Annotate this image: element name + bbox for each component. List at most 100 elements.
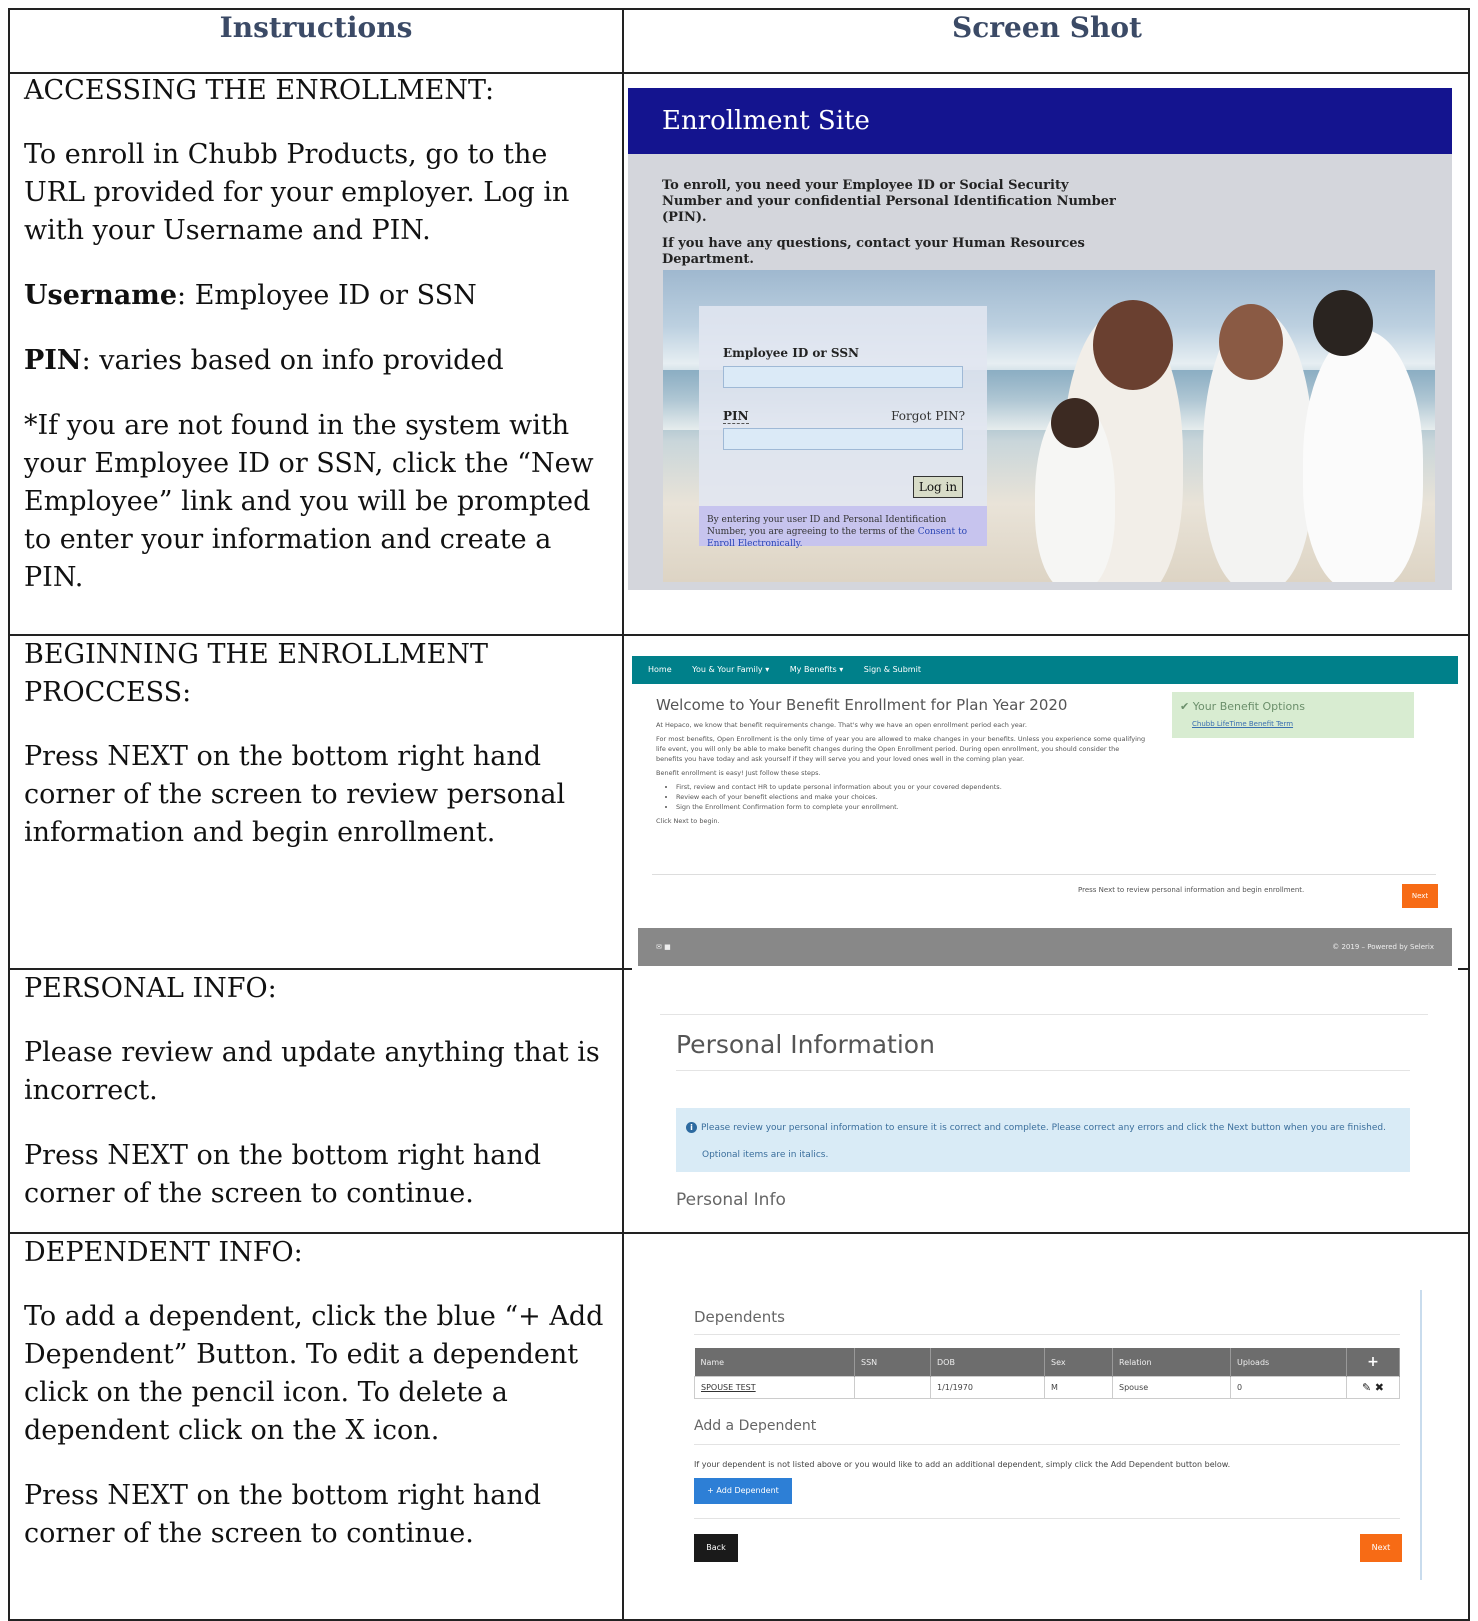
pin-line: PIN: varies based on info provided — [24, 342, 614, 380]
table-row: SPOUSE TEST 1/1/1970 M Spouse 0 ✎ ✖ — [694, 1376, 1400, 1399]
pin-label: PIN — [723, 409, 749, 424]
intro-text: To enroll, you need your Employee ID or … — [662, 178, 1116, 225]
column-header: Name — [694, 1348, 855, 1377]
section-heading: DEPENDENT INFO: — [24, 1237, 303, 1268]
nav-benefits[interactable]: My Benefits ▾ — [790, 665, 843, 674]
instructions-header: Instructions — [219, 11, 413, 44]
username-value: : Employee ID or SSN — [177, 280, 477, 311]
divider — [660, 1014, 1428, 1015]
welcome-paragraph: Benefit enrollment is easy! Just follow … — [656, 769, 821, 777]
add-dependent-button[interactable]: + Add Dependent — [694, 1478, 792, 1504]
dependents-screenshot: Dependents Name SSN DOB Sex Relation Upl… — [670, 1290, 1424, 1580]
column-header: Uploads — [1230, 1348, 1347, 1377]
username-label: Username — [24, 280, 178, 311]
section-body: To enroll in Chubb Products, go to the U… — [24, 139, 570, 246]
dependent-relation: Spouse — [1112, 1376, 1231, 1399]
forgot-pin-link[interactable]: Forgot PIN? — [891, 409, 965, 423]
section-heading: BEGINNING THE ENROLLMENT PROCCESS: — [24, 639, 488, 708]
divider — [694, 1444, 1400, 1445]
welcome-title: Welcome to Your Benefit Enrollment for P… — [656, 696, 1068, 714]
welcome-screenshot: Home You & Your Family ▾ My Benefits ▾ S… — [632, 656, 1458, 974]
add-dependent-note: If your dependent is not listed above or… — [694, 1460, 1231, 1469]
info-icon: i — [686, 1122, 697, 1133]
step-item: Review each of your benefit elections an… — [676, 792, 1146, 802]
nav-home[interactable]: Home — [648, 665, 672, 674]
pin-input[interactable] — [723, 428, 963, 450]
dependent-sex: M — [1044, 1376, 1113, 1399]
next-button[interactable]: Next — [1402, 884, 1438, 908]
woman-head — [1093, 300, 1173, 390]
personal-info-screenshot: Personal Information i Please review your… — [660, 1014, 1428, 1224]
next-button[interactable]: Next — [1360, 1534, 1402, 1562]
nav-family[interactable]: You & Your Family ▾ — [692, 665, 769, 674]
steps-list: First, review and contact HR to update p… — [676, 782, 1146, 812]
dependents-table: Name SSN DOB Sex Relation Uploads + SPOU… — [694, 1348, 1400, 1399]
table-header-row: Name SSN DOB Sex Relation Uploads + — [694, 1348, 1400, 1377]
family-photo: Employee ID or SSN PIN Forgot PIN? Log i… — [663, 270, 1435, 582]
step-item: First, review and contact HR to update p… — [676, 782, 1146, 792]
begin-instructions: BEGINNING THE ENROLLMENT PROCCESS: Press… — [24, 636, 614, 879]
page-footer: ✉ ■ © 2019 – Powered by Selerix — [638, 928, 1452, 966]
man-head — [1219, 304, 1283, 380]
site-banner: Enrollment Site — [628, 88, 1452, 154]
section-body: To add a dependent, click the blue “+ Ad… — [24, 1301, 604, 1446]
divider — [676, 1070, 1410, 1071]
employee-id-label: Employee ID or SSN — [723, 346, 859, 360]
top-navigation: Home You & Your Family ▾ My Benefits ▾ S… — [632, 656, 1458, 684]
site-intro: To enroll, you need your Employee ID or … — [628, 154, 1452, 268]
welcome-paragraph: At Hepaco, we know that benefit requirem… — [656, 721, 1027, 729]
pin-label: PIN — [24, 345, 82, 376]
welcome-paragraph: Click Next to begin. — [656, 817, 720, 825]
login-form: Employee ID or SSN PIN Forgot PIN? Log i… — [699, 306, 987, 549]
welcome-paragraph: For most benefits, Open Enrollment is th… — [656, 735, 1146, 763]
column-header: Sex — [1044, 1348, 1113, 1377]
divider — [694, 1334, 1400, 1335]
copyright: © 2019 – Powered by Selerix — [1332, 943, 1434, 951]
dependent-ssn — [854, 1376, 931, 1399]
consent-text: By entering your user ID and Personal Id… — [707, 515, 947, 537]
section-body: Please review and update anything that i… — [24, 1037, 600, 1106]
edit-delete-icons[interactable]: ✎ ✖ — [1346, 1376, 1400, 1399]
info-line: i Please review your personal information… — [686, 1122, 1386, 1133]
section-heading: ACCESSING THE ENROLLMENT: — [24, 75, 495, 106]
column-header: DOB — [930, 1348, 1045, 1377]
add-row-icon[interactable]: + — [1346, 1348, 1400, 1377]
nav-sign-submit[interactable]: Sign & Submit — [864, 665, 921, 674]
child-head — [1051, 398, 1099, 448]
benefit-options-panel: ✔ Your Benefit Options Chubb LifeTime Be… — [1172, 692, 1414, 738]
back-button[interactable]: Back — [694, 1534, 738, 1562]
access-instructions: ACCESSING THE ENROLLMENT: To enroll in C… — [24, 72, 614, 624]
column-divider — [622, 10, 624, 1619]
divider — [652, 874, 1436, 875]
boy-figure — [1303, 330, 1423, 582]
boy-head — [1313, 290, 1373, 356]
benefit-term-link[interactable]: Chubb LifeTime Benefit Term — [1192, 720, 1293, 728]
dependents-title: Dependents — [694, 1308, 785, 1326]
divider — [694, 1518, 1400, 1519]
footer-icons[interactable]: ✉ ■ — [656, 928, 671, 966]
username-line: Username: Employee ID or SSN — [24, 277, 614, 315]
dependent-name-link[interactable]: SPOUSE TEST — [694, 1376, 855, 1399]
section-body: Press NEXT on the bottom right hand corn… — [24, 741, 566, 848]
personal-instructions: PERSONAL INFO: Please review and update … — [24, 970, 614, 1240]
add-dependent-title: Add a Dependent — [694, 1418, 817, 1434]
optional-note: Optional items are in italics. — [702, 1150, 829, 1160]
enrollment-site-screenshot: Enrollment Site To enroll, you need your… — [628, 88, 1452, 590]
panel-border — [1420, 1290, 1422, 1580]
login-button[interactable]: Log in — [913, 476, 963, 498]
employee-id-input[interactable] — [723, 366, 963, 388]
section-body-2: Press NEXT on the bottom right hand corn… — [24, 1140, 542, 1209]
section-heading: PERSONAL INFO: — [24, 973, 277, 1004]
section-body-2: Press NEXT on the bottom right hand corn… — [24, 1480, 542, 1549]
intro-contact: If you have any questions, contact your … — [662, 236, 1085, 267]
info-text: Please review your personal information … — [701, 1123, 1386, 1133]
personal-info-title: Personal Information — [676, 1030, 935, 1059]
column-header: SSN — [854, 1348, 931, 1377]
next-hint: Press Next to review personal informatio… — [1078, 886, 1305, 894]
dependent-uploads: 0 — [1230, 1376, 1347, 1399]
dependent-dob: 1/1/1970 — [930, 1376, 1045, 1399]
screenshot-header: Screen Shot — [952, 11, 1142, 44]
benefit-options-title: ✔ Your Benefit Options — [1180, 700, 1305, 713]
consent-notice: By entering your user ID and Personal Id… — [699, 506, 987, 549]
pin-value: : varies based on info provided — [81, 345, 504, 376]
